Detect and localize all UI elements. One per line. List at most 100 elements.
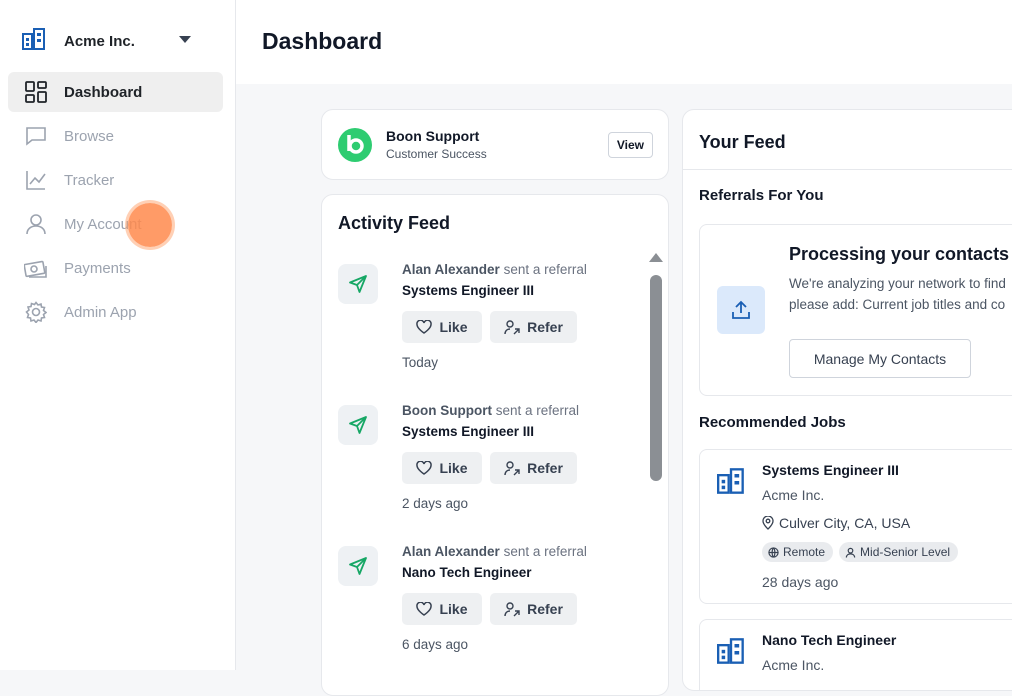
activity-summary: Boon Support sent a referral <box>402 403 579 418</box>
like-button[interactable]: Like <box>402 311 482 343</box>
send-icon <box>338 405 378 445</box>
refer-button[interactable]: Refer <box>490 593 577 625</box>
tag-seniority: Mid-Senior Level <box>839 542 959 562</box>
company-logo-icon <box>717 637 745 670</box>
sidebar: Acme Inc. Dashboard Browse Tracker My Ac… <box>0 0 236 670</box>
processing-line-1: We're analyzing your network to find <box>789 276 1006 291</box>
like-label: Like <box>439 460 468 476</box>
dashboard-grid-icon <box>24 80 48 104</box>
activity-feed-title: Activity Feed <box>338 213 451 233</box>
your-feed-title: Your Feed <box>699 132 786 152</box>
activity-time: 6 days ago <box>402 637 469 652</box>
view-button[interactable]: View <box>607 132 653 158</box>
tag-remote: Remote <box>762 542 834 562</box>
boon-logo-icon <box>338 128 372 162</box>
job-card[interactable]: Systems Engineer III Acme Inc. Culver Ci… <box>699 449 1012 604</box>
divider <box>683 169 1012 170</box>
person-icon <box>845 547 856 558</box>
sidebar-item-browse[interactable]: Browse <box>8 116 223 156</box>
sidebar-item-label: Dashboard <box>64 83 143 101</box>
job-tags: Remote Mid-Senior Level <box>762 542 964 562</box>
refer-button[interactable]: Refer <box>490 311 577 343</box>
user-icon <box>24 212 48 236</box>
org-name: Acme Inc. <box>64 32 135 50</box>
sidebar-item-label: Admin App <box>64 303 137 321</box>
activity-time: Today <box>402 355 439 370</box>
heart-icon <box>416 602 433 616</box>
processing-description: We're analyzing your network to find ple… <box>789 273 1006 315</box>
list-item: Alan Alexander sent a referral Systems E… <box>338 262 608 382</box>
sidebar-item-label: Payments <box>64 259 131 277</box>
tag-label: Mid-Senior Level <box>860 545 951 559</box>
refer-user-icon <box>504 602 520 617</box>
support-team: Customer Success <box>386 147 487 161</box>
sidebar-item-label: Tracker <box>64 171 115 189</box>
globe-icon <box>768 546 779 558</box>
tag-label: Remote <box>783 545 826 559</box>
recommended-jobs-title: Recommended Jobs <box>699 414 846 431</box>
activity-actor: Alan Alexander <box>402 544 500 559</box>
sidebar-item-admin-app[interactable]: Admin App <box>8 292 223 332</box>
manage-contacts-button[interactable]: Manage My Contacts <box>789 339 971 378</box>
refer-user-icon <box>504 320 520 335</box>
scroll-up-arrow-icon[interactable] <box>649 253 663 262</box>
scrollbar-thumb[interactable] <box>650 275 662 481</box>
org-switcher[interactable]: Acme Inc. <box>22 27 191 55</box>
line-chart-icon <box>24 168 48 192</box>
activity-job[interactable]: Nano Tech Engineer <box>402 565 532 580</box>
like-button[interactable]: Like <box>402 452 482 484</box>
company-logo-icon <box>22 27 46 55</box>
activity-actor: Alan Alexander <box>402 262 500 277</box>
activity-action: sent a referral <box>495 403 580 418</box>
activity-action: sent a referral <box>503 544 587 559</box>
money-bills-icon <box>24 256 48 280</box>
job-company: Acme Inc. <box>762 657 825 673</box>
upload-icon <box>717 286 765 334</box>
sidebar-nav: Dashboard Browse Tracker My Account Paym… <box>8 72 223 336</box>
location-pin-icon <box>762 516 774 530</box>
sidebar-item-payments[interactable]: Payments <box>8 248 223 288</box>
refer-label: Refer <box>527 601 563 617</box>
activity-feed-card: Activity Feed Alan Alexander sent a refe… <box>321 194 669 696</box>
like-button[interactable]: Like <box>402 593 482 625</box>
like-label: Like <box>439 601 468 617</box>
sidebar-item-my-account[interactable]: My Account <box>8 204 223 244</box>
activity-actor: Boon Support <box>402 403 492 418</box>
activity-summary: Alan Alexander sent a referral <box>402 262 587 277</box>
chat-bubble-icon <box>24 124 48 148</box>
activity-summary: Alan Alexander sent a referral <box>402 544 587 559</box>
job-posted-date: 28 days ago <box>762 574 839 590</box>
activity-job[interactable]: Systems Engineer III <box>402 424 534 439</box>
refer-user-icon <box>504 461 520 476</box>
sidebar-item-tracker[interactable]: Tracker <box>8 160 223 200</box>
cursor-indicator <box>128 203 172 247</box>
refer-label: Refer <box>527 319 563 335</box>
activity-time: 2 days ago <box>402 496 469 511</box>
job-card[interactable]: Nano Tech Engineer Acme Inc. <box>699 619 1012 690</box>
page-header: Dashboard <box>236 0 1012 84</box>
activity-job[interactable]: Systems Engineer III <box>402 283 534 298</box>
job-title[interactable]: Nano Tech Engineer <box>762 632 896 648</box>
processing-title: Processing your contacts <box>789 244 1010 264</box>
referrals-section-title: Referrals For You <box>699 187 824 204</box>
heart-icon <box>416 461 433 475</box>
activity-action: sent a referral <box>503 262 587 277</box>
job-company: Acme Inc. <box>762 487 825 503</box>
processing-line-2: please add: Current job titles and co <box>789 297 1006 312</box>
refer-label: Refer <box>527 460 563 476</box>
chevron-down-icon[interactable] <box>179 36 191 43</box>
sidebar-item-label: Browse <box>64 127 115 145</box>
job-location-text: Culver City, CA, USA <box>779 515 911 531</box>
list-item: Boon Support sent a referral Systems Eng… <box>338 403 608 523</box>
job-title[interactable]: Systems Engineer III <box>762 462 899 478</box>
page-title: Dashboard <box>262 28 383 54</box>
refer-button[interactable]: Refer <box>490 452 577 484</box>
support-name: Boon Support <box>386 128 480 144</box>
job-location: Culver City, CA, USA <box>762 515 910 531</box>
send-icon <box>338 546 378 586</box>
processing-contacts-panel: Processing your contacts We're analyzing… <box>699 224 1012 396</box>
support-contact-card: Boon Support Customer Success View <box>321 109 669 180</box>
sidebar-item-dashboard[interactable]: Dashboard <box>8 72 223 112</box>
gear-icon <box>24 300 48 324</box>
heart-icon <box>416 320 433 334</box>
